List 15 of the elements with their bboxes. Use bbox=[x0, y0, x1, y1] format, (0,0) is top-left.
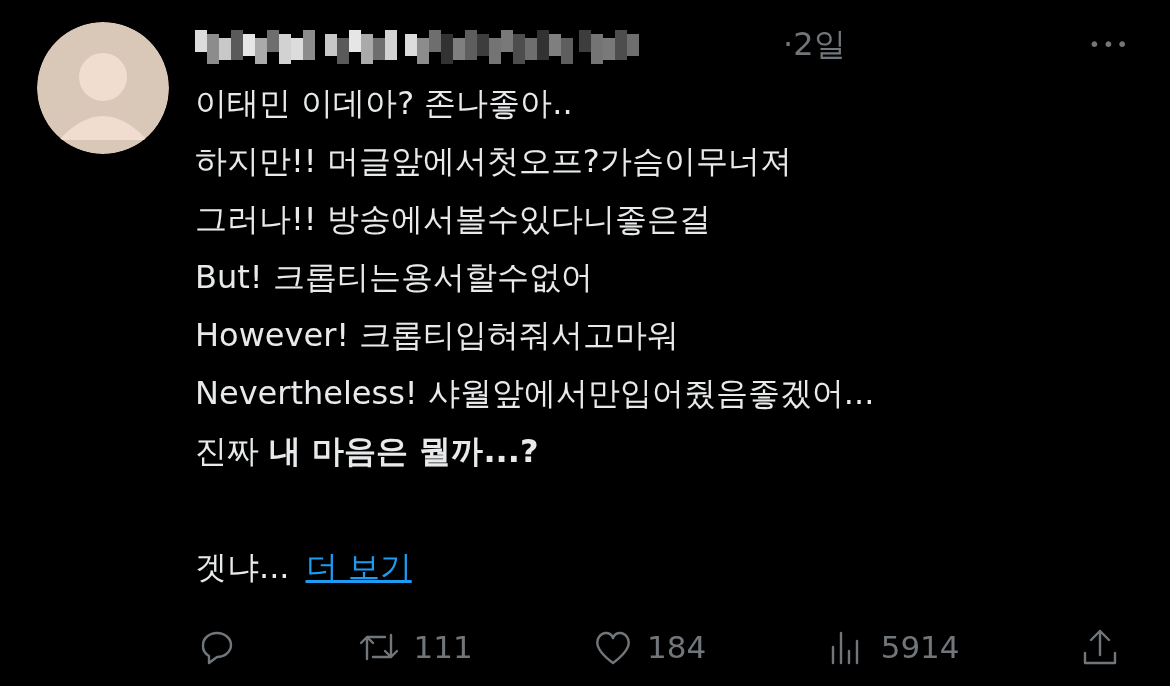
tweet-text-line: 그러나!! 방송에서볼수있다니좋은걸 bbox=[195, 199, 712, 240]
count: 5914 bbox=[880, 628, 960, 667]
tweet-text-line: However! 크롭티입혀줘서고마워 bbox=[195, 315, 681, 356]
avatar-icon[interactable] bbox=[37, 22, 169, 154]
post-time: ·2일 bbox=[783, 24, 846, 65]
tweet-text-line: 진짜 내 마음은 뭘까...? bbox=[195, 431, 540, 472]
more-menu[interactable]: ••• bbox=[1088, 29, 1130, 59]
tweet-text-line: 하지만!! 머글앞에서첫오프?가슴이무너져 bbox=[195, 141, 793, 182]
tweet-text-line: Nevertheless! 샤월앞에서만입어줬음좋겠어... bbox=[195, 373, 876, 414]
tweet-text-line: 겟냐... bbox=[195, 547, 290, 588]
tweet-text-line: But! 크롭티는용서할수없어 bbox=[195, 257, 594, 298]
count: 184 bbox=[647, 628, 707, 667]
show-more-link[interactable]: 더 보기 bbox=[305, 538, 412, 596]
count: 111 bbox=[413, 628, 473, 667]
tweet-text-line: 이태민 이데아? 존나좋아.. bbox=[195, 83, 574, 124]
